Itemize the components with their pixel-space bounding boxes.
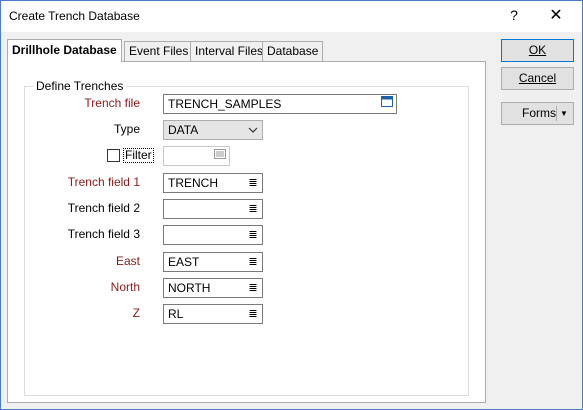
trench-file-label: Trench file [84, 96, 140, 110]
trench-field-2-label: Trench field 2 [67, 201, 140, 215]
z-input[interactable]: RL ≣ [163, 304, 263, 324]
ok-label: OK [528, 43, 547, 57]
forms-button[interactable]: Forms ▼ [501, 102, 574, 125]
trench-field-2-input[interactable]: ≣ [163, 199, 263, 219]
file-browse-icon[interactable] [378, 95, 396, 113]
define-trenches-group: Define Trenches Trench file TRENCH_SAMPL… [24, 79, 469, 396]
tab-interval-files[interactable]: Interval Files [190, 41, 269, 61]
forms-divider [556, 106, 557, 121]
trench-field-1-label: Trench field 1 [67, 175, 140, 189]
north-value: NORTH [168, 281, 211, 295]
trench-file-input[interactable]: TRENCH_SAMPLES [163, 94, 397, 114]
tab-drillhole-database[interactable]: Drillhole Database [7, 39, 122, 62]
dropdown-arrow-icon[interactable]: ▼ [560, 103, 568, 124]
filter-list-icon[interactable] [211, 147, 229, 165]
filter-checkbox[interactable] [107, 149, 120, 162]
filter-input[interactable] [163, 146, 230, 166]
trench-field-3-label: Trench field 3 [67, 227, 140, 241]
help-button[interactable]: ? [507, 7, 521, 23]
list-icon[interactable]: ≣ [244, 305, 262, 323]
trench-field-1-input[interactable]: TRENCH ≣ [163, 173, 263, 193]
cancel-button[interactable]: Cancel [501, 67, 574, 90]
north-label: North [110, 280, 140, 294]
title-bar: Create Trench Database ? ✕ [1, 1, 582, 32]
trench-field-1-value: TRENCH [168, 176, 218, 190]
list-icon[interactable]: ≣ [244, 226, 262, 244]
tab-panel: Define Trenches Trench file TRENCH_SAMPL… [7, 61, 486, 403]
forms-label: Forms [522, 106, 556, 120]
list-icon[interactable]: ≣ [244, 279, 262, 297]
dialog-window: Create Trench Database ? ✕ Drillhole Dat… [0, 0, 583, 410]
type-label: Type [113, 122, 140, 136]
group-label: Define Trenches [33, 79, 127, 93]
tab-event-files[interactable]: Event Files [124, 41, 194, 61]
east-input[interactable]: EAST ≣ [163, 252, 263, 272]
north-input[interactable]: NORTH ≣ [163, 278, 263, 298]
filter-label[interactable]: Filter [123, 148, 154, 163]
trench-file-value: TRENCH_SAMPLES [168, 97, 282, 111]
list-icon[interactable]: ≣ [244, 174, 262, 192]
close-button[interactable]: ✕ [547, 5, 565, 25]
ok-button[interactable]: OK [501, 39, 574, 62]
trench-field-3-input[interactable]: ≣ [163, 225, 263, 245]
list-icon[interactable]: ≣ [244, 253, 262, 271]
type-value: DATA [168, 123, 199, 137]
tab-database[interactable]: Database [262, 41, 324, 61]
window-title: Create Trench Database [9, 9, 140, 23]
list-icon[interactable]: ≣ [244, 200, 262, 218]
z-label: Z [132, 306, 140, 320]
z-value: RL [168, 307, 184, 321]
east-value: EAST [168, 255, 200, 269]
type-select[interactable]: DATA [163, 120, 263, 140]
east-label: East [115, 254, 140, 268]
chevron-down-icon [244, 121, 262, 139]
cancel-label: Cancel [518, 71, 557, 85]
